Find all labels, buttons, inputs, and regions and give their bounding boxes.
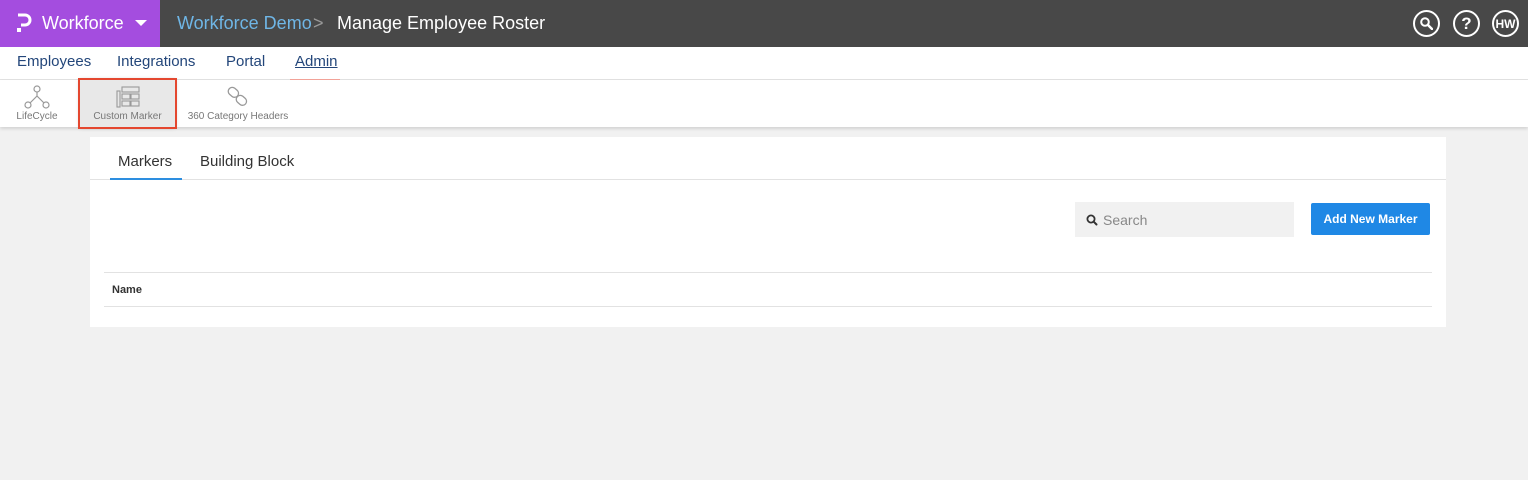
toolbar-label: 360 Category Headers (187, 111, 289, 122)
nav-employees[interactable]: Employees (17, 53, 91, 70)
top-bar: Workforce Workforce Demo > Manage Employ… (0, 0, 1528, 47)
tab-building-block[interactable]: Building Block (200, 153, 294, 170)
nav-integrations[interactable]: Integrations (117, 53, 195, 70)
toolbar-360-category-headers[interactable]: 360 Category Headers (185, 80, 291, 127)
column-header-name[interactable]: Name (112, 284, 142, 296)
toolbar-lifecycle[interactable]: LifeCycle (14, 80, 60, 127)
nav-admin[interactable]: Admin (295, 53, 338, 70)
caret-down-icon (135, 20, 147, 26)
toolbar-custom-marker[interactable]: Custom Marker (78, 78, 177, 129)
breadcrumb-separator: > (313, 13, 324, 33)
panel-tabs: Markers Building Block (90, 137, 1446, 180)
nav-portal[interactable]: Portal (226, 53, 265, 70)
page-title: Manage Employee Roster (337, 13, 546, 33)
chain-link-icon (227, 86, 248, 106)
search-icon[interactable] (1413, 10, 1440, 37)
user-avatar[interactable]: HW (1492, 10, 1519, 37)
search-box[interactable] (1075, 202, 1294, 237)
main-nav: Employees Integrations Portal Admin (0, 47, 1528, 82)
search-input[interactable] (1103, 202, 1288, 237)
app-name: Workforce (42, 13, 124, 33)
active-tab-indicator (110, 178, 182, 180)
app-switcher[interactable]: Workforce (0, 0, 160, 47)
markers-panel: Markers Building Block Add New Marker Na… (90, 137, 1446, 327)
tab-markers[interactable]: Markers (118, 153, 172, 170)
search-icon (1086, 214, 1098, 226)
admin-toolbar: LifeCycle Custom Marker 360 Category Hea… (0, 78, 1528, 129)
breadcrumb-link[interactable]: Workforce Demo (177, 13, 312, 34)
add-new-marker-button[interactable]: Add New Marker (1311, 203, 1430, 235)
toolbar-label: Custom Marker (93, 111, 162, 122)
help-icon[interactable]: ? (1453, 10, 1480, 37)
custom-marker-icon (115, 86, 140, 108)
lifecycle-icon (24, 85, 50, 109)
toolbar-label: LifeCycle (16, 111, 58, 122)
p-logo-icon (17, 13, 32, 32)
table-header: Name (104, 272, 1432, 307)
